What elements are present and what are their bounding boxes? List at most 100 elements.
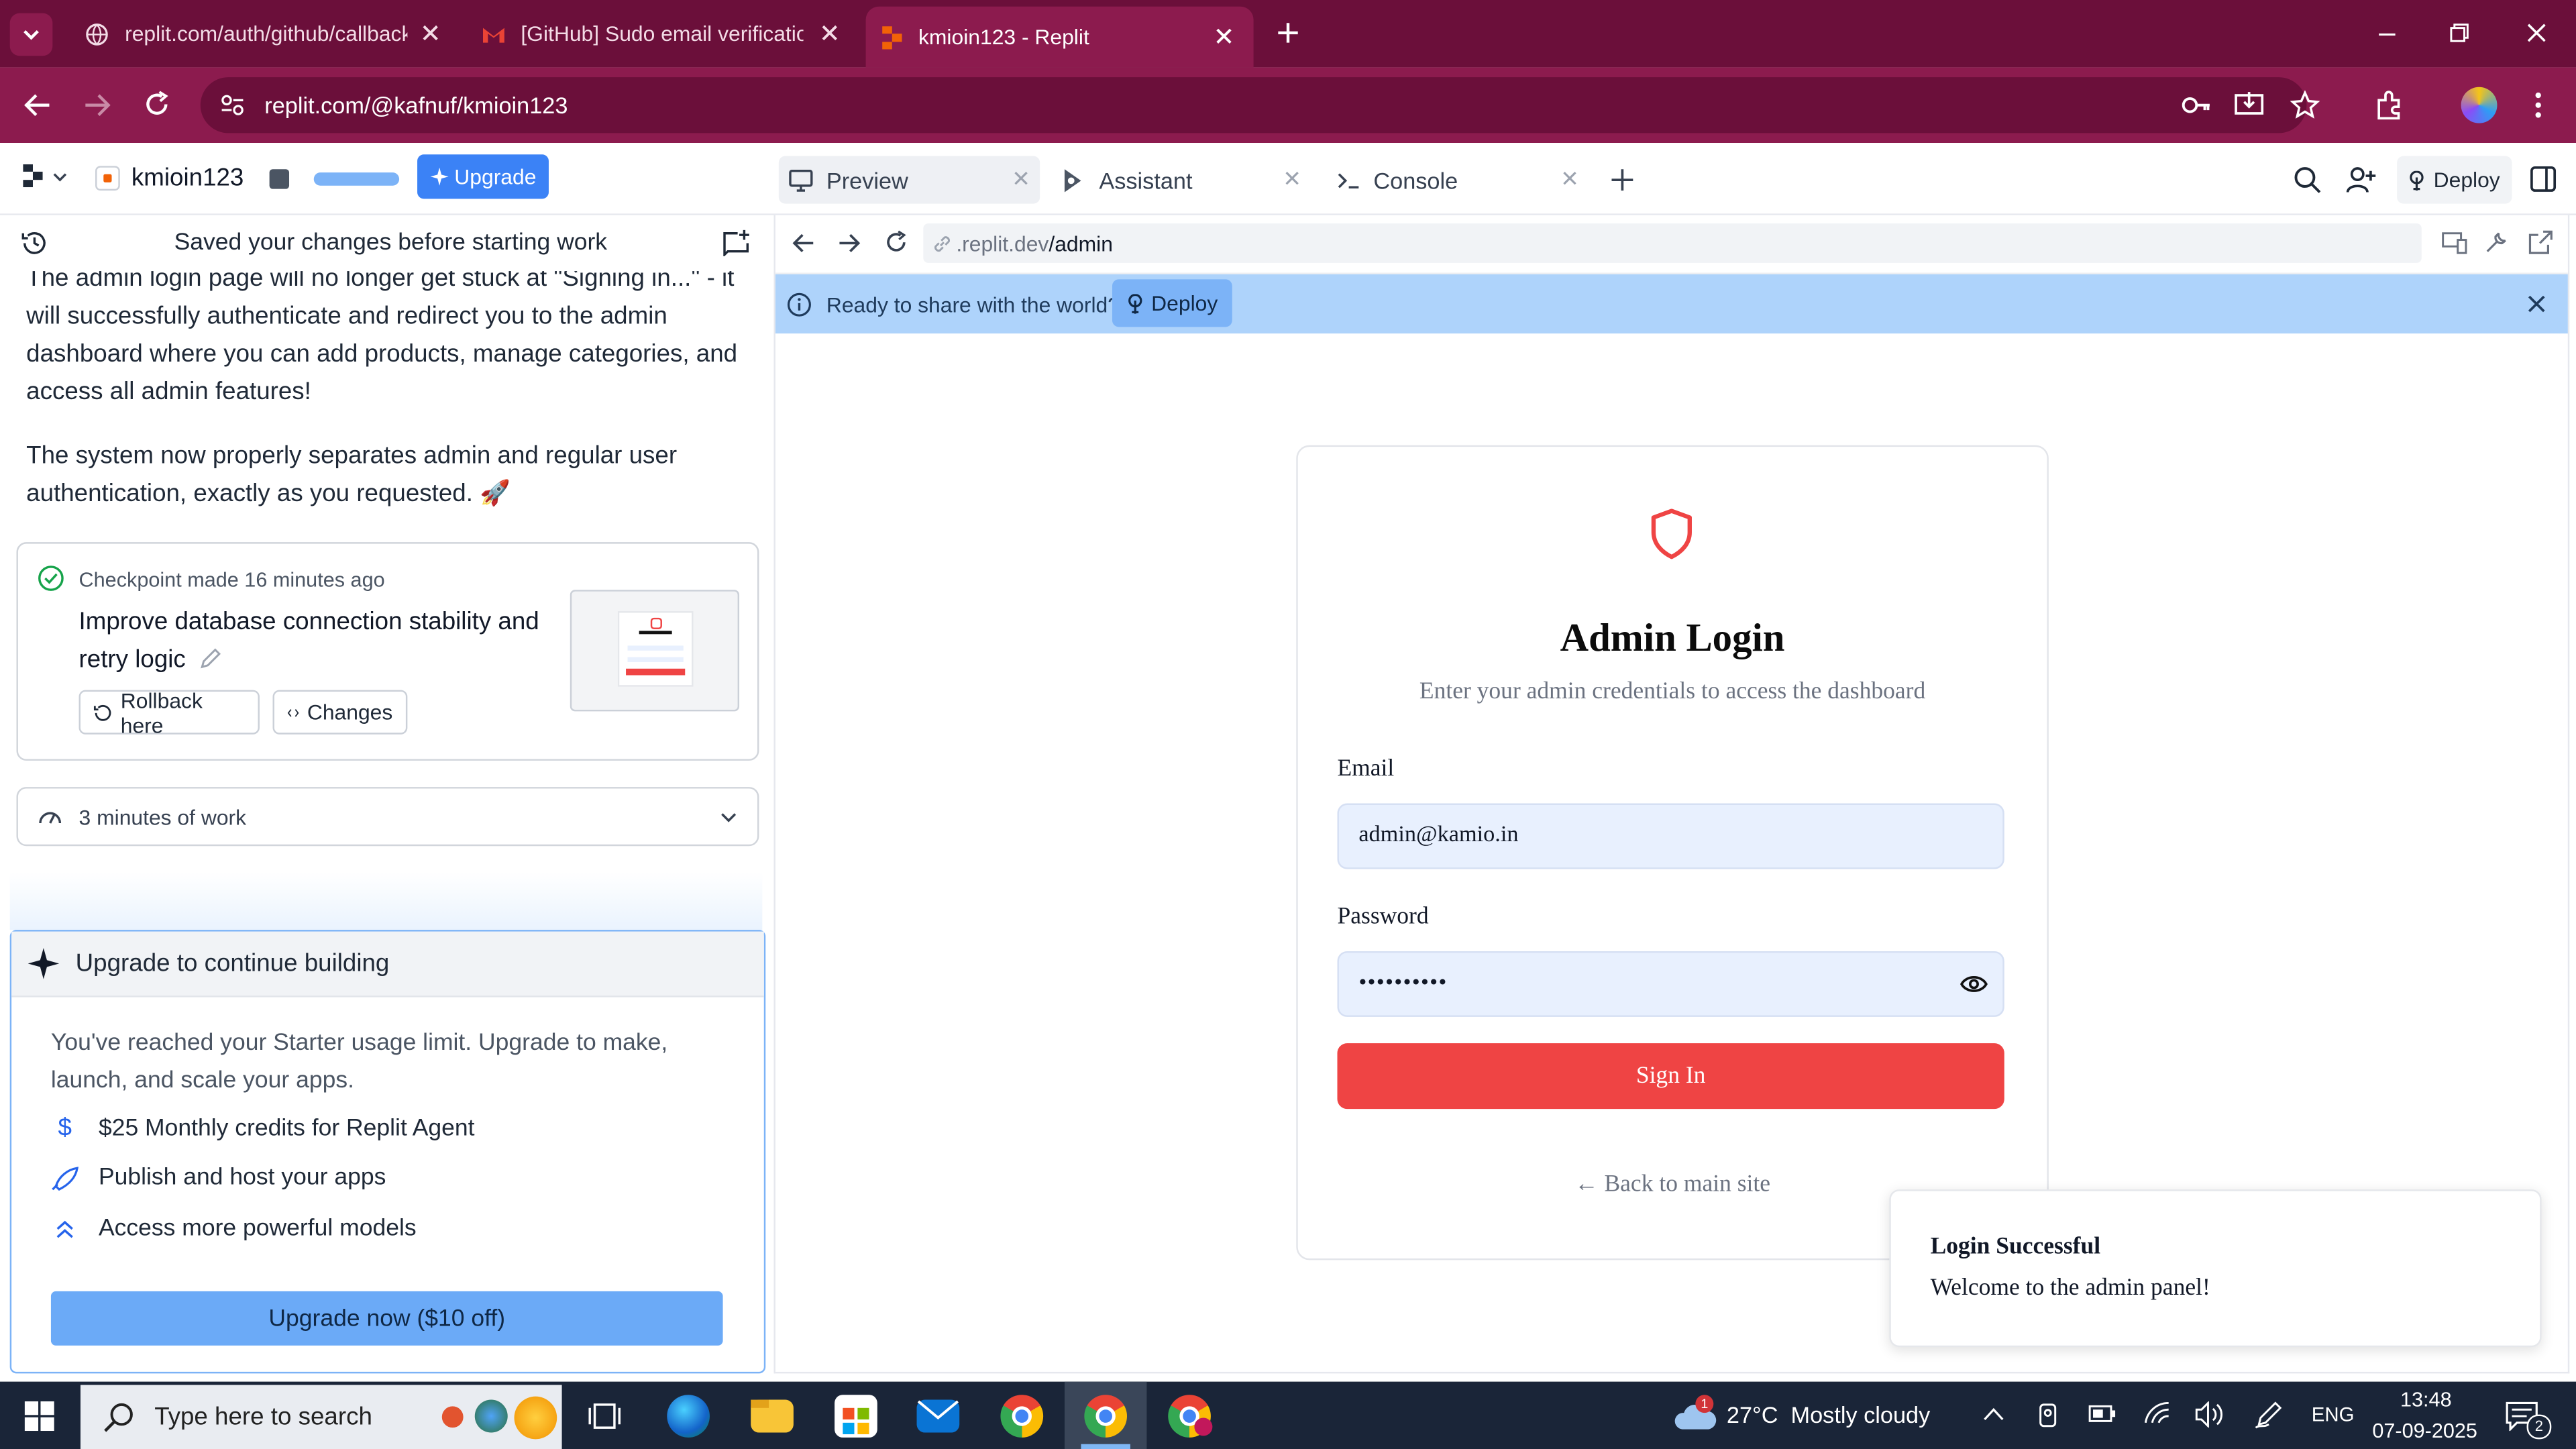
info-icon [787,292,811,317]
feature-item: $ $25 Monthly credits for Replit Agent [51,1114,475,1142]
browser-tab-gmail[interactable]: [GitHub] Sudo email verification [465,0,859,67]
stop-icon[interactable] [269,169,290,189]
invite-user-icon[interactable] [2346,166,2377,194]
link-icon [934,235,950,251]
eye-icon[interactable] [1960,974,1988,994]
edge-icon[interactable] [667,1395,710,1438]
project-name[interactable]: kmioin123 [131,164,244,193]
browser-menu-icon[interactable] [2532,91,2545,120]
feature-item: Publish and host your apps [51,1165,386,1191]
reload-icon[interactable] [143,91,171,119]
devices-icon[interactable] [2441,231,2467,254]
upgrade-now-button[interactable]: Upgrade now ($10 off) [50,1291,723,1346]
gmail-icon [483,27,504,42]
windows-start-icon[interactable] [24,1401,54,1432]
close-icon[interactable] [2527,294,2546,313]
clock-date[interactable]: 07-09-2025 [2372,1419,2477,1442]
sign-in-button[interactable]: Sign In [1337,1043,2004,1110]
double-chevron-up-icon [56,1220,73,1238]
address-bar[interactable]: replit.com/@kafnuf/kmioin123 [200,77,2320,133]
close-icon[interactable] [1211,23,1237,49]
checkpoint-title-text: Improve database connection stability an… [78,608,539,674]
forward-arrow-icon[interactable] [838,231,861,254]
email-field[interactable]: admin@kamio.in [1337,803,2004,869]
password-key-icon[interactable] [2180,92,2213,118]
upgrade-button[interactable]: Upgrade [417,154,549,199]
tab-assistant[interactable]: Assistant [1057,156,1311,204]
deploy-button[interactable]: Deploy [2397,156,2512,204]
mail-icon[interactable] [916,1399,960,1433]
browser-tab-replit[interactable]: kmioin123 - Replit [865,6,1254,68]
new-tab-plus-icon[interactable] [1275,19,1301,46]
close-icon[interactable] [1561,169,1579,187]
taskbar-search[interactable]: Type here to search [80,1385,562,1449]
forward-arrow-icon[interactable] [84,92,112,118]
work-summary-text: 3 minutes of work [78,804,247,829]
search-icon[interactable] [2294,166,2322,194]
close-icon[interactable] [1012,169,1030,187]
history-icon[interactable] [21,230,48,256]
rollback-button[interactable]: Rollback here [78,688,260,737]
wifi-icon[interactable] [2144,1401,2170,1426]
windows-taskbar: Type here to search 1 27°C Mostly cloudy… [0,1381,2576,1449]
globe-icon [86,22,108,45]
active-app-highlight[interactable] [1064,1381,1147,1449]
chrome-icon[interactable] [1000,1395,1044,1438]
back-arrow-icon[interactable] [792,231,814,254]
open-new-window-icon[interactable] [2528,230,2553,255]
back-arrow-icon[interactable] [23,92,51,118]
workspace-menu-button[interactable] [23,164,67,188]
dollar-icon: $ [58,1114,72,1142]
close-window-icon[interactable] [2525,21,2548,44]
banner-deploy-button[interactable]: Deploy [1112,279,1232,327]
tab-search-button[interactable] [9,13,53,56]
tab-label: Console [1373,166,1458,193]
code-icon [287,708,299,716]
chevron-up-icon[interactable] [1983,1406,2004,1421]
extensions-icon[interactable] [2374,91,2404,120]
close-icon[interactable] [417,19,443,46]
clock-time[interactable]: 13:48 [2400,1388,2452,1411]
history-icon [93,704,111,720]
work-summary-toggle[interactable]: 3 minutes of work [16,787,759,847]
battery-icon[interactable] [2088,1405,2116,1423]
close-icon[interactable] [1283,169,1301,187]
tab-preview[interactable]: Preview [778,156,1040,204]
site-settings-icon[interactable] [220,94,245,117]
pen-icon[interactable] [2254,1400,2284,1430]
bookmark-star-icon[interactable] [2290,90,2320,120]
sidebar-toggle-icon[interactable] [2530,166,2557,192]
preview-url-field[interactable]: .replit.dev/admin [923,223,2422,263]
volume-icon[interactable] [2195,1401,2223,1428]
profile-avatar[interactable] [2461,87,2498,123]
password-field[interactable]: •••••••••• [1337,951,2004,1017]
file-explorer-icon[interactable] [751,1399,794,1433]
new-chat-icon[interactable] [723,228,751,257]
store-icon[interactable] [835,1395,877,1438]
url-text: replit.com/@kafnuf/kmioin123 [264,92,568,119]
devtools-wrench-icon[interactable] [2484,230,2509,255]
chrome-profile-icon[interactable] [1168,1395,1213,1438]
restore-icon[interactable] [2448,21,2471,44]
notification-count: 2 [2526,1414,2552,1440]
preview-url-path: /admin [1049,231,1113,256]
meet-now-icon[interactable] [2035,1403,2060,1428]
replit-header: kmioin123 Upgrade Preview Assistant Cons… [0,143,2576,215]
changes-button[interactable]: Changes [272,690,408,735]
saved-changes-text: Saved your changes before starting work [174,229,608,257]
close-icon[interactable] [816,19,843,46]
checkpoint-thumbnail[interactable] [570,590,740,712]
browser-tab-github-callback[interactable]: replit.com/auth/github/callback [66,0,460,67]
install-app-icon[interactable] [2235,91,2264,120]
browser-tab-title: [GitHub] Sudo email verification [521,21,804,46]
new-pane-plus-icon[interactable] [1610,168,1635,193]
tab-console[interactable]: Console [1331,156,1589,204]
browser-tab-title: kmioin123 - Replit [918,24,1089,50]
weather-widget[interactable]: 1 27°C Mostly cloudy [1672,1395,1951,1436]
pencil-icon[interactable] [199,647,222,670]
task-view-icon[interactable] [588,1400,621,1433]
minimize-icon[interactable] [2375,23,2398,46]
language-indicator[interactable]: ENG [2312,1403,2355,1426]
reload-icon[interactable] [884,230,909,255]
terminal-icon [1338,172,1359,188]
